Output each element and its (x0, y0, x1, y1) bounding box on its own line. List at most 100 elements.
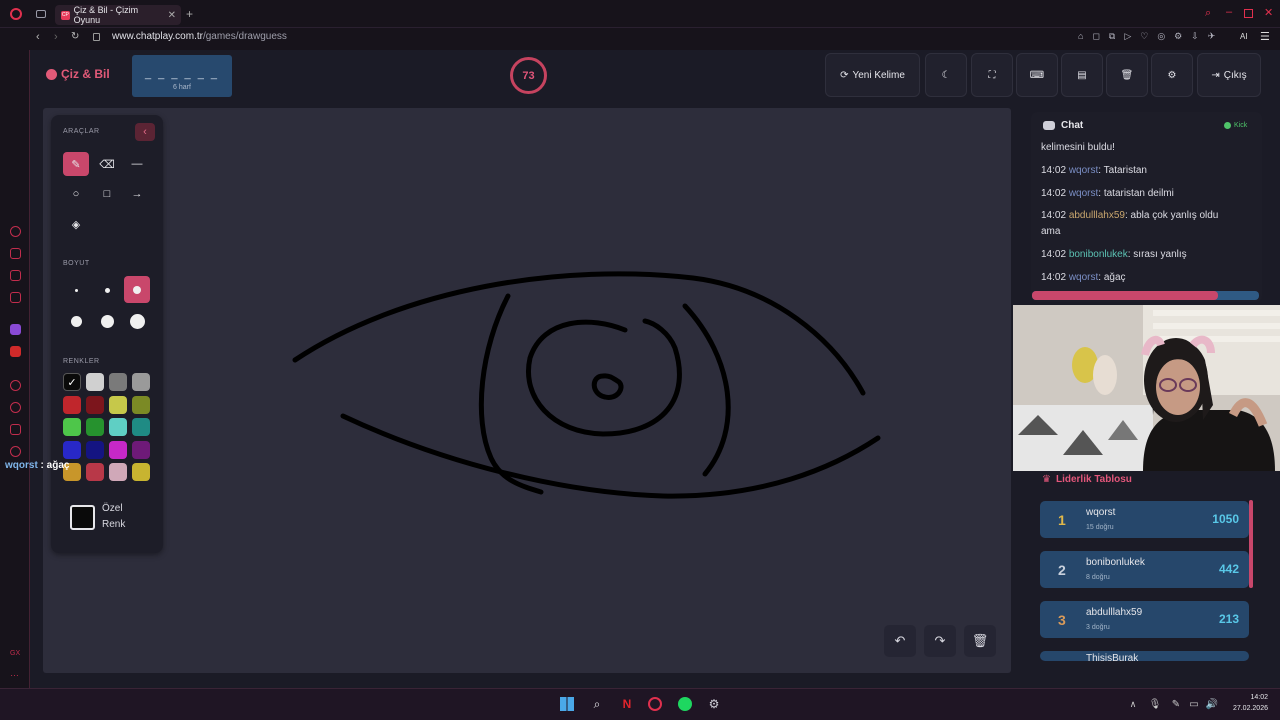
volume-icon[interactable]: 🔊 (1204, 696, 1220, 712)
line-tool[interactable]: — (124, 152, 150, 176)
exit-button[interactable]: ⇥ Çıkış (1197, 53, 1261, 97)
leaderboard-scrollbar[interactable] (1249, 500, 1253, 588)
history-icon[interactable] (10, 402, 21, 413)
url-text[interactable]: www.chatplay.com.tr/games/drawguess (112, 31, 287, 42)
player-icon[interactable] (10, 380, 21, 391)
tab-list-icon[interactable] (36, 10, 46, 18)
tab-favicon-icon: CP (61, 10, 70, 20)
brush-tool[interactable]: ✎ (63, 152, 89, 176)
color-swatch[interactable] (132, 396, 150, 414)
netflix-icon[interactable]: N (619, 696, 635, 712)
redo-button[interactable]: ↷ (924, 625, 956, 657)
undo-button[interactable]: ↶ (884, 625, 916, 657)
color-swatch[interactable] (132, 463, 150, 481)
custom-color-swatch[interactable] (70, 505, 95, 530)
search-icon[interactable]: ⌕ (1205, 7, 1211, 20)
color-swatch[interactable] (63, 418, 81, 436)
microphone-icon[interactable]: 🎙 (1147, 696, 1163, 712)
aria-icon[interactable] (10, 226, 21, 237)
browser-sidebar: GX … (0, 50, 30, 688)
new-word-button[interactable]: ⟳ Yeni Kelime (825, 53, 920, 97)
color-swatch[interactable] (86, 441, 104, 459)
shop-icon[interactable] (10, 248, 21, 259)
opera-logo-icon[interactable] (10, 8, 22, 20)
windows-start-icon[interactable] (559, 696, 575, 712)
color-swatch[interactable] (86, 396, 104, 414)
network-icon[interactable]: ▭ (1186, 696, 1202, 712)
chevron-left-icon: ‹ (143, 126, 147, 138)
more-icon[interactable]: … (10, 668, 19, 678)
close-window-icon[interactable]: ✕ (1264, 6, 1273, 19)
browser-tab[interactable]: CP Çiz & Bil - Çizim Oyunu ✕ (55, 5, 181, 25)
kick-status: Kick (1224, 122, 1247, 129)
menu-icon[interactable]: ☰ (1260, 30, 1270, 43)
news-icon[interactable] (10, 270, 21, 281)
game-logo[interactable]: Çiz & Bil (46, 67, 110, 81)
square-icon: □ (103, 188, 111, 200)
tab-close-icon[interactable]: ✕ (168, 10, 176, 21)
size-5-button[interactable] (94, 309, 120, 333)
settings-icon[interactable] (10, 446, 21, 457)
color-swatch[interactable] (63, 441, 81, 459)
fullscreen-button[interactable]: ⛶ (971, 53, 1013, 97)
reload-icon[interactable]: ↻ (71, 31, 79, 42)
minimize-icon[interactable]: – (1226, 6, 1232, 18)
color-swatch[interactable] (132, 373, 150, 391)
color-swatch[interactable] (109, 396, 127, 414)
pen-icon[interactable]: ✎ (1168, 696, 1184, 712)
fill-tool[interactable]: ◈ (63, 212, 89, 236)
chat-user[interactable]: wqorst (1069, 188, 1098, 199)
dark-mode-button[interactable]: ☾ (925, 53, 967, 97)
color-swatch[interactable] (109, 463, 127, 481)
spotify-icon[interactable] (677, 696, 693, 712)
chat-user[interactable]: wqorst (1069, 165, 1098, 176)
size-3-button[interactable] (124, 276, 150, 303)
color-swatch[interactable] (109, 373, 127, 391)
trash-button[interactable]: 🗑 (1106, 53, 1148, 97)
chat-user[interactable]: bonibonlukek (1069, 249, 1128, 260)
clear-canvas-button[interactable]: 🗑 (964, 625, 996, 657)
ai-label[interactable]: AI (1240, 32, 1248, 41)
rectangle-tool[interactable]: □ (94, 182, 120, 206)
color-swatch[interactable]: ✓ (63, 373, 81, 391)
size-6-button[interactable] (124, 309, 150, 333)
archive-button[interactable]: ▤ (1061, 53, 1103, 97)
app-icon[interactable]: ⚙ (706, 696, 722, 712)
size-1-button[interactable] (63, 278, 89, 302)
size-4-button[interactable] (63, 309, 89, 333)
color-swatch[interactable] (86, 373, 104, 391)
color-swatch[interactable] (132, 441, 150, 459)
maximize-icon[interactable] (1244, 9, 1253, 18)
tray-chevron-icon[interactable]: ∧ (1125, 696, 1141, 712)
color-swatch[interactable] (109, 441, 127, 459)
new-tab-icon[interactable]: + (186, 7, 193, 21)
gx-label[interactable]: GX (10, 650, 20, 657)
taskbar-search-icon[interactable]: ⌕ (589, 696, 605, 712)
collapse-panel-button[interactable]: ‹ (135, 123, 155, 141)
eraser-tool[interactable]: ⌫ (94, 152, 120, 176)
chat-user[interactable]: wqorst (1069, 272, 1098, 283)
color-swatch[interactable] (86, 418, 104, 436)
size-2-button[interactable] (94, 278, 120, 302)
circle-tool[interactable]: ○ (63, 182, 89, 206)
custom-color-label[interactable]: Özel Renk (102, 501, 125, 533)
extensions-icon[interactable] (10, 424, 21, 435)
size-dot (74, 288, 78, 292)
color-swatch[interactable] (86, 463, 104, 481)
drawing-canvas[interactable] (43, 108, 1011, 673)
opera-gx-taskbar-icon[interactable] (647, 696, 663, 712)
settings-button[interactable]: ⚙ (1151, 53, 1193, 97)
twitch-icon[interactable] (10, 324, 21, 335)
color-swatch[interactable] (109, 418, 127, 436)
back-icon[interactable]: ‹ (36, 31, 40, 43)
taskbar-clock[interactable]: 14:02 27.02.2026 (1228, 692, 1268, 714)
chat-user[interactable]: abdulllahx59 (1069, 210, 1125, 221)
messenger-icon[interactable] (10, 292, 21, 303)
color-swatch[interactable] (63, 396, 81, 414)
forward-icon[interactable]: › (54, 31, 58, 43)
youtube-icon[interactable] (10, 346, 21, 357)
keyboard-button[interactable]: ⌨ (1016, 53, 1058, 97)
chat-time: 14:02 (1041, 210, 1067, 221)
arrow-tool[interactable]: → (124, 182, 150, 206)
color-swatch[interactable] (132, 418, 150, 436)
